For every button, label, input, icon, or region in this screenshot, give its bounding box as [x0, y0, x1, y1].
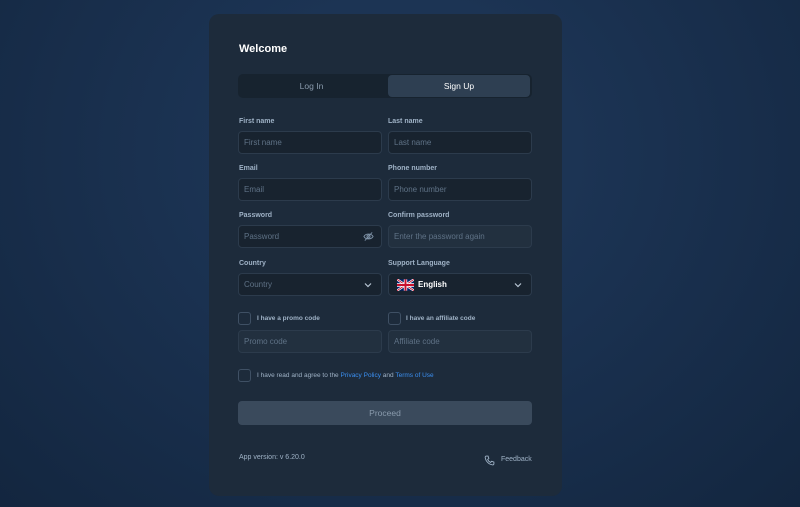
- tab-signup[interactable]: Sign Up: [388, 75, 530, 97]
- agree-prefix: I have read and agree to the: [257, 372, 339, 379]
- affiliate-checkbox-label: I have an affiliate code: [406, 315, 476, 322]
- auth-tabs: Log In Sign Up: [238, 74, 532, 98]
- email-label: Email: [239, 165, 258, 172]
- email-input[interactable]: [238, 178, 382, 201]
- phone-icon: [484, 455, 495, 466]
- confirm-password-input[interactable]: [388, 225, 532, 248]
- language-select[interactable]: English: [388, 273, 532, 296]
- last-name-label: Last name: [388, 118, 423, 125]
- tab-login[interactable]: Log In: [238, 74, 385, 98]
- feedback-label: Feedback: [501, 456, 532, 463]
- country-select[interactable]: Country: [238, 273, 382, 296]
- promo-checkbox-label: I have a promo code: [257, 315, 320, 322]
- card-title: Welcome: [239, 43, 288, 55]
- first-name-input[interactable]: [238, 131, 382, 154]
- country-label: Country: [239, 260, 266, 267]
- proceed-button[interactable]: Proceed: [238, 401, 532, 425]
- agree-checkbox[interactable]: [238, 369, 251, 382]
- first-name-label: First name: [239, 118, 275, 125]
- confirm-password-label: Confirm password: [388, 212, 450, 219]
- affiliate-code-input[interactable]: [388, 330, 532, 353]
- chevron-down-icon: [514, 283, 522, 288]
- affiliate-checkbox[interactable]: [388, 312, 401, 325]
- promo-checkbox[interactable]: [238, 312, 251, 325]
- language-value: English: [418, 280, 447, 289]
- last-name-input[interactable]: [388, 131, 532, 154]
- promo-code-input[interactable]: [238, 330, 382, 353]
- eye-off-icon[interactable]: [363, 231, 374, 242]
- language-label: Support Language: [388, 260, 450, 267]
- signup-card: Welcome Log In Sign Up First name Last n…: [209, 14, 562, 496]
- country-placeholder: Country: [244, 280, 273, 289]
- chevron-down-icon: [364, 283, 372, 288]
- phone-label: Phone number: [388, 165, 438, 172]
- privacy-policy-link[interactable]: Privacy Policy: [341, 372, 381, 379]
- terms-of-use-link[interactable]: Terms of Use: [395, 372, 433, 379]
- password-label: Password: [239, 212, 273, 219]
- phone-input[interactable]: [388, 178, 532, 201]
- app-version: App version: v 6.20.0: [239, 454, 305, 461]
- password-input[interactable]: [238, 225, 382, 248]
- uk-flag-icon: [397, 279, 414, 291]
- agree-conjunction: and: [382, 372, 394, 379]
- agree-text: I have read and agree to the Privacy Pol…: [257, 372, 434, 379]
